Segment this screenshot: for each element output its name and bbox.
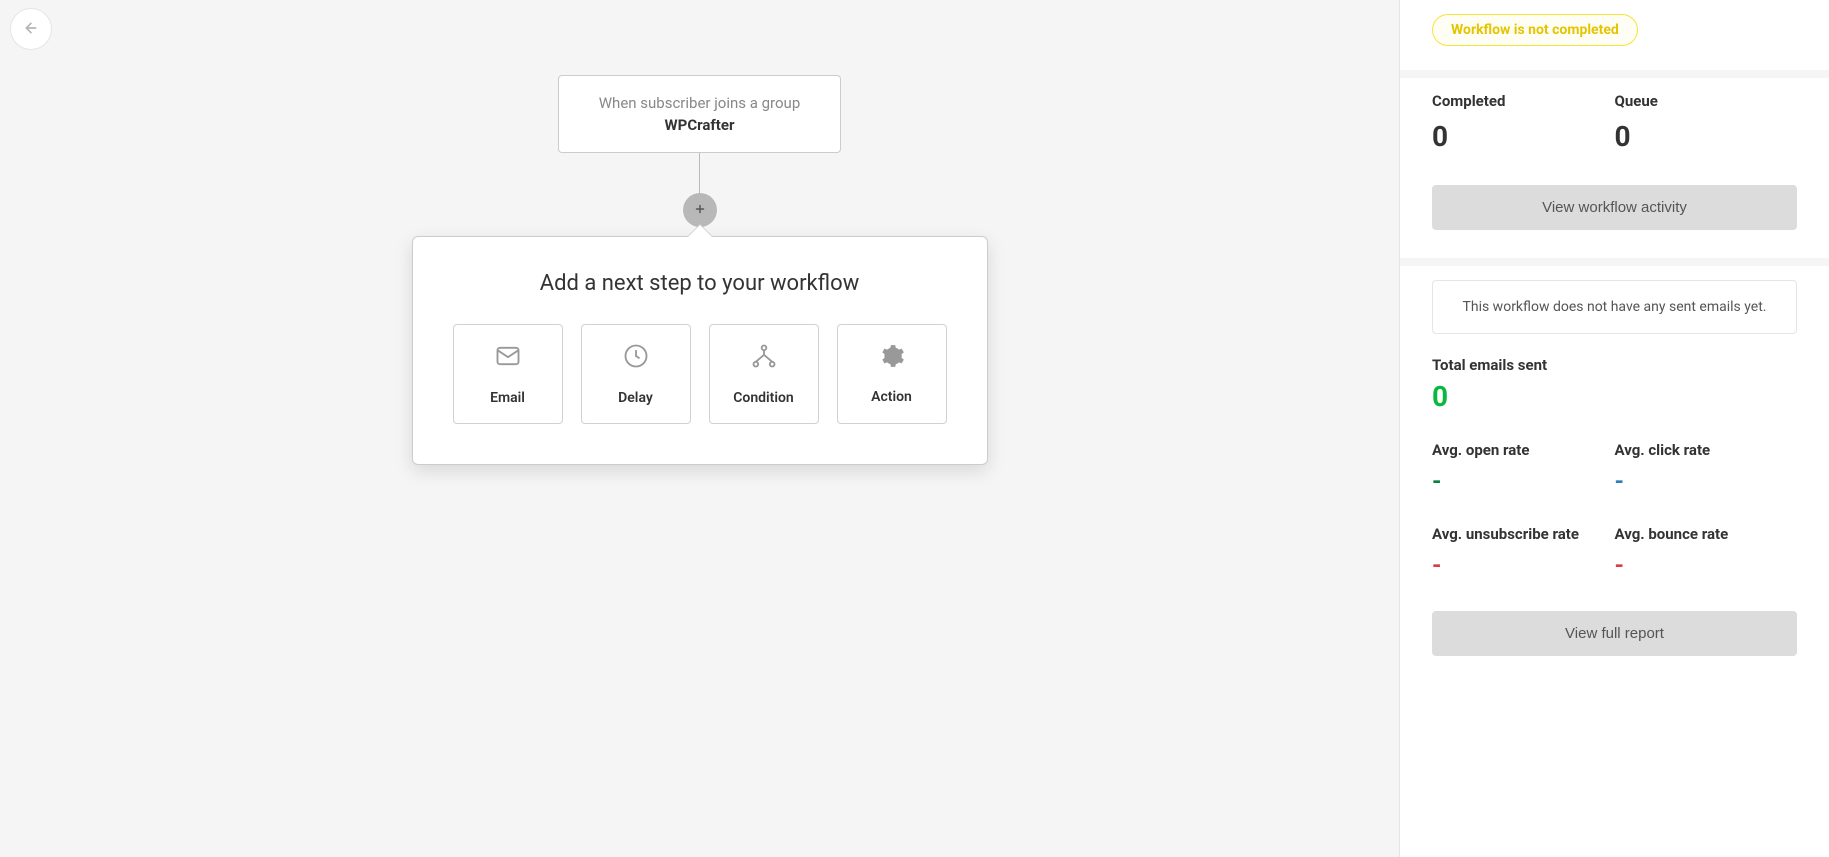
stat-completed-label: Completed [1432,92,1615,110]
step-option-action[interactable]: Action [837,324,947,424]
add-step-button[interactable] [683,193,717,227]
rate-open: Avg. open rate - [1432,441,1615,495]
rate-open-value: - [1432,467,1615,495]
rate-bounce-value: - [1615,551,1798,579]
step-option-label: Condition [733,390,794,406]
trigger-card[interactable]: When subscriber joins a group WPCrafter [558,75,842,153]
total-sent-value: 0 [1432,380,1797,413]
rate-click-value: - [1615,467,1798,495]
step-option-label: Action [871,389,912,405]
stat-queue: Queue 0 [1615,92,1798,153]
branch-icon [750,342,778,374]
back-button[interactable] [10,8,52,50]
next-step-popover: Add a next step to your workflow Email D… [412,236,988,465]
stats-row: Completed 0 Queue 0 [1432,92,1797,153]
plus-icon [694,203,706,218]
stat-completed-value: 0 [1432,120,1615,153]
popover-arrow [688,225,712,237]
rate-bounce: Avg. bounce rate - [1615,525,1798,579]
connector-line [699,153,700,193]
stat-completed: Completed 0 [1432,92,1615,153]
sidebar-emails-section: This workflow does not have any sent ema… [1400,266,1829,684]
view-full-report-button[interactable]: View full report [1432,611,1797,656]
rate-unsub-value: - [1432,551,1615,579]
gear-icon [879,343,905,373]
rate-click-label: Avg. click rate [1615,441,1798,459]
trigger-group: WPCrafter [599,116,801,134]
view-workflow-activity-button[interactable]: View workflow activity [1432,185,1797,230]
sidebar-status-section: Workflow is not completed [1400,0,1829,78]
step-option-email[interactable]: Email [453,324,563,424]
rate-bounce-label: Avg. bounce rate [1615,525,1798,543]
stat-queue-label: Queue [1615,92,1798,110]
step-option-condition[interactable]: Condition [709,324,819,424]
sidebar-stats-section: Completed 0 Queue 0 View workflow activi… [1400,78,1829,266]
sidebar: Workflow is not completed Completed 0 Qu… [1399,0,1829,857]
workflow-canvas: When subscriber joins a group WPCrafter … [0,0,1399,857]
stat-queue-value: 0 [1615,120,1798,153]
step-option-delay[interactable]: Delay [581,324,691,424]
next-step-title: Add a next step to your workflow [540,271,860,296]
total-sent-label: Total emails sent [1432,356,1797,374]
trigger-title: When subscriber joins a group [599,94,801,112]
rate-grid: Avg. open rate - Avg. click rate - Avg. … [1432,441,1797,579]
arrow-left-icon [23,20,39,39]
workflow-container: When subscriber joins a group WPCrafter … [412,75,988,465]
step-option-label: Email [490,390,525,406]
clock-icon [622,342,650,374]
step-option-label: Delay [618,390,653,406]
email-icon [494,342,522,374]
rate-open-label: Avg. open rate [1432,441,1615,459]
rate-unsub-label: Avg. unsubscribe rate [1432,525,1615,543]
no-emails-info: This workflow does not have any sent ema… [1432,280,1797,334]
rate-unsubscribe: Avg. unsubscribe rate - [1432,525,1615,579]
rate-click: Avg. click rate - [1615,441,1798,495]
step-options: Email Delay Condition [453,324,947,424]
status-badge: Workflow is not completed [1432,14,1638,46]
